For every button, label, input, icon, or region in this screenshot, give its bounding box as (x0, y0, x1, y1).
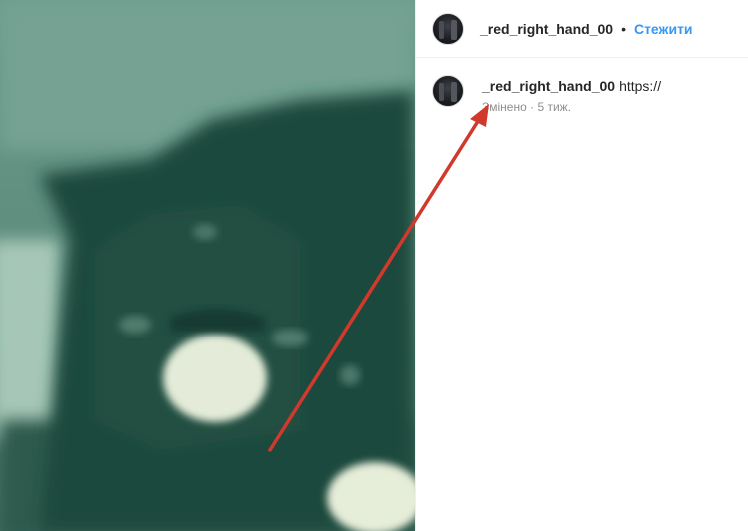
author-username[interactable]: _red_right_hand_00 (480, 21, 613, 37)
caption-body: _red_right_hand_00 https:// Змінено · 5 т… (482, 74, 661, 114)
post-sidebar: _red_right_hand_00 • Стежити _red_right_… (415, 0, 748, 531)
post-age[interactable]: 5 тиж. (537, 100, 571, 114)
edited-label: Змінено (482, 100, 527, 114)
caption-avatar-icon[interactable] (432, 75, 464, 107)
caption-comment: _red_right_hand_00 https:// Змінено · 5 т… (416, 58, 748, 114)
caption-text: _red_right_hand_00 https:// (482, 77, 661, 95)
post-image[interactable] (0, 0, 415, 531)
meta-separator: · (530, 100, 535, 114)
caption-username[interactable]: _red_right_hand_00 (482, 78, 615, 94)
profile-avatar-icon[interactable] (432, 12, 464, 45)
header-separator: • (621, 20, 626, 37)
post-header: _red_right_hand_00 • Стежити (416, 0, 748, 58)
post-viewer: _red_right_hand_00 • Стежити _red_right_… (0, 0, 748, 531)
caption-link[interactable]: https:// (619, 78, 661, 94)
follow-button[interactable]: Стежити (634, 21, 693, 37)
caption-meta: Змінено · 5 тиж. (482, 100, 661, 114)
